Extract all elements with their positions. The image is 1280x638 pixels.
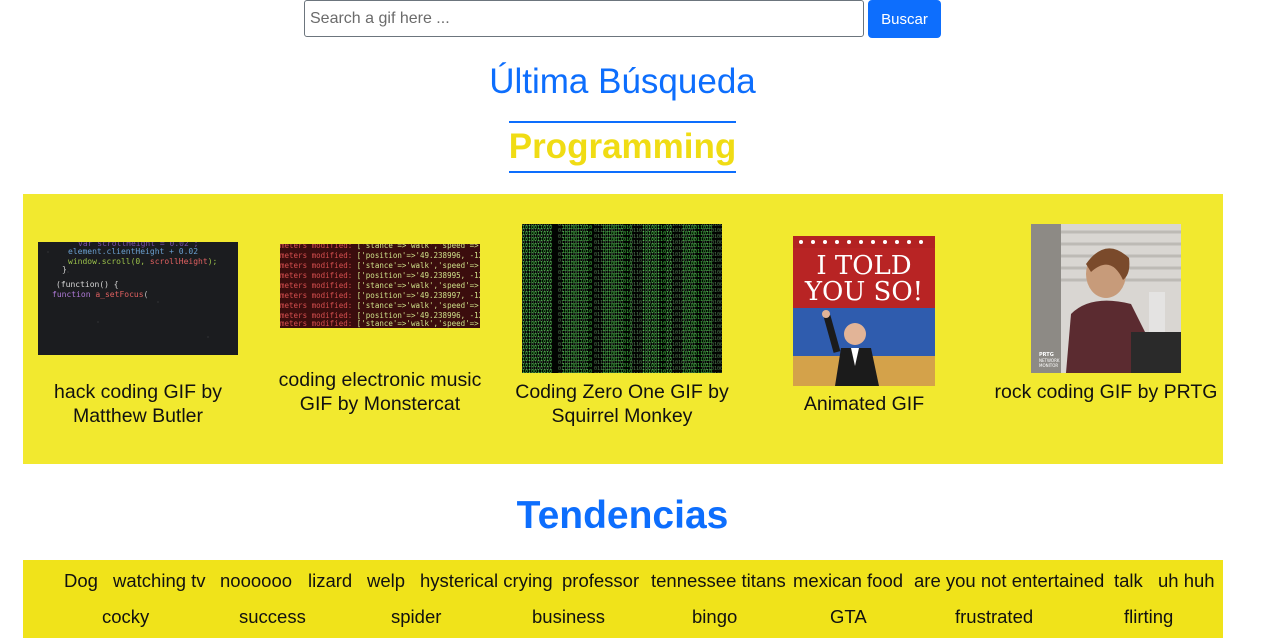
- gif-card[interactable]: I TOLD YOU SO! Animated GIF: [749, 194, 979, 464]
- trending-tag[interactable]: watching tv: [113, 569, 206, 593]
- trending-tag[interactable]: flirting: [1124, 605, 1173, 629]
- trending-panel: Dog watching tv noooooo lizard welp hyst…: [23, 560, 1223, 638]
- svg-text:meters modified: ['stance'=>'w: meters modified: ['stance'=>'walk','spee…: [280, 301, 480, 310]
- svg-text:meters modified: ['position'=>: meters modified: ['position'=>'49.238997…: [280, 291, 480, 300]
- trending-tag[interactable]: Dog: [64, 569, 98, 593]
- last-search-term[interactable]: Programming: [508, 121, 737, 173]
- gif-results-panel: var scrollHeight = 0.02 ; element.client…: [23, 194, 1223, 464]
- gif-title: Animated GIF: [803, 393, 925, 415]
- svg-text:YOU SO!: YOU SO!: [804, 277, 923, 307]
- trending-tag[interactable]: are you not entertained: [914, 569, 1104, 593]
- svg-text:window.scroll(0, scrollHeight): window.scroll(0, scrollHeight);: [68, 257, 217, 266]
- trending-tag[interactable]: business: [532, 605, 605, 629]
- office-worker-image[interactable]: PRTG NETWORK MONITOR: [1031, 224, 1181, 373]
- svg-text:(function() {: (function() {: [56, 280, 119, 289]
- trending-heading: Tendencias: [516, 494, 729, 537]
- trending-tag[interactable]: hysterical crying: [420, 569, 553, 593]
- terminal-log-image[interactable]: meters modified: ['stance'=>'walk','spee…: [280, 244, 480, 328]
- svg-text:meters modified: ['stance'=>'w: meters modified: ['stance'=>'walk','spee…: [280, 319, 480, 328]
- svg-text:MONITOR: MONITOR: [1039, 363, 1058, 368]
- last-search-term-wrapper: Programming: [0, 121, 1245, 173]
- svg-text:meters modified: ['stance'=>'w: meters modified: ['stance'=>'walk','spee…: [280, 244, 480, 250]
- svg-text:meters modified: ['position'=>: meters modified: ['position'=>'49.238995…: [280, 271, 480, 280]
- svg-text:element.clientHeight + 0.02: element.clientHeight + 0.02: [68, 247, 198, 256]
- gif-title: coding electronic music GIF by Monsterca…: [278, 369, 482, 415]
- svg-text:}: }: [62, 265, 67, 274]
- i-told-you-so-image[interactable]: I TOLD YOU SO!: [793, 236, 935, 386]
- gif-card[interactable]: meters modified: ['stance'=>'walk','spee…: [265, 194, 495, 464]
- search-bar: Buscar: [304, 0, 944, 38]
- gif-card[interactable]: var scrollHeight = 0.02 ; element.client…: [23, 194, 253, 464]
- trending-tag[interactable]: lizard: [308, 569, 352, 593]
- trending-tag[interactable]: talk: [1114, 569, 1143, 593]
- trending-tag[interactable]: frustrated: [955, 605, 1033, 629]
- code-editor-image[interactable]: var scrollHeight = 0.02 ; element.client…: [38, 242, 238, 355]
- trending-tag[interactable]: mexican food: [793, 569, 903, 593]
- search-button[interactable]: Buscar: [868, 0, 941, 38]
- trending-tag[interactable]: professor: [562, 569, 639, 593]
- binary-matrix-image[interactable]: 1010011010 0110100101: [522, 224, 722, 373]
- trending-tag[interactable]: success: [239, 605, 306, 629]
- gif-card[interactable]: PRTG NETWORK MONITOR rock coding GIF by …: [991, 194, 1221, 464]
- svg-text:meters modified: ['stance'=>'w: meters modified: ['stance'=>'walk','spee…: [280, 281, 480, 290]
- gif-title: hack coding GIF by Matthew Butler: [54, 381, 222, 427]
- svg-text:meters modified: ['stance'=>'w: meters modified: ['stance'=>'walk','spee…: [280, 261, 480, 270]
- trending-tag[interactable]: uh huh: [1158, 569, 1215, 593]
- gif-title: rock coding GIF by PRTG: [994, 381, 1218, 403]
- gif-title: Coding Zero One GIF by Squirrel Monkey: [515, 381, 729, 427]
- search-input[interactable]: [304, 0, 864, 37]
- trending-tag[interactable]: welp: [367, 569, 405, 593]
- svg-text:function a_setFocus(: function a_setFocus(: [52, 290, 148, 299]
- trending-tag[interactable]: bingo: [692, 605, 737, 629]
- trending-tag[interactable]: cocky: [102, 605, 149, 629]
- last-search-heading: Última Búsqueda: [489, 62, 756, 101]
- svg-text:meters modified: ['position'=>: meters modified: ['position'=>'49.238996…: [280, 251, 480, 260]
- trending-tag[interactable]: GTA: [830, 605, 867, 629]
- trending-tag[interactable]: tennessee titans: [651, 569, 786, 593]
- trending-tag[interactable]: noooooo: [220, 569, 292, 593]
- gif-card[interactable]: 1010011010 0110100101 Coding Zero One GI…: [507, 194, 737, 464]
- trending-tag[interactable]: spider: [391, 605, 441, 629]
